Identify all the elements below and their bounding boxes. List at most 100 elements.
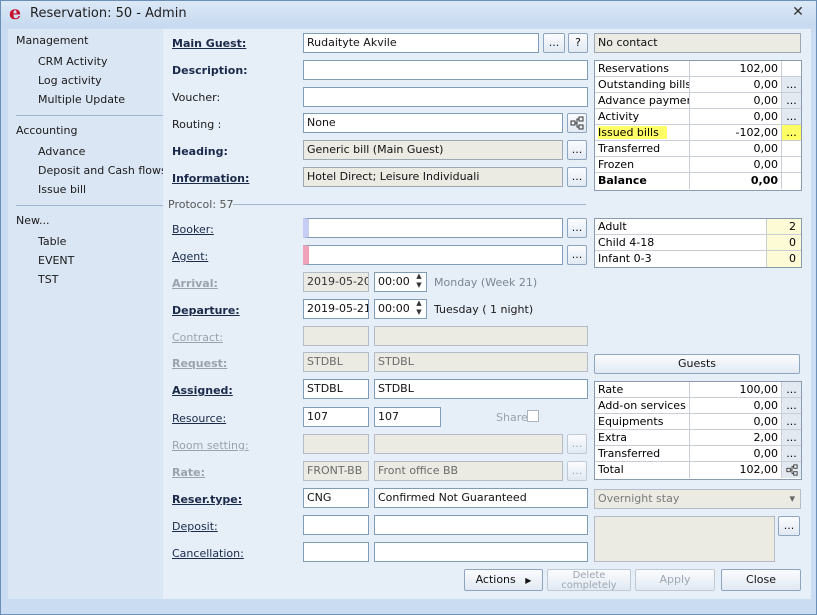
room-setting-label: Room setting: [172,439,249,452]
advance-payments-button[interactable]: ... [782,93,801,109]
heading-field[interactable]: Generic bill (Main Guest) [303,140,563,160]
reser-type-label[interactable]: Reser.type: [172,493,242,506]
cancellation-label[interactable]: Cancellation: [172,547,244,560]
booker-browse-button[interactable]: ... [567,218,587,238]
departure-label[interactable]: Departure: [172,304,240,317]
balance-row-label: Frozen [595,157,690,173]
sidebar-divider [16,115,163,116]
resource-field[interactable]: 107 [374,407,441,427]
information-field[interactable]: Hotel Direct; Leisure Individuali [303,167,563,187]
deposit-field[interactable] [374,515,588,535]
pax-adult-value[interactable]: 2 [767,219,801,235]
balance-row-value: 0,00 [690,141,782,157]
cancellation-code-field[interactable] [303,542,369,562]
reser-type-field[interactable]: Confirmed Not Guaranteed [374,488,588,508]
information-browse-button[interactable]: ... [567,167,587,187]
balance-row-value: 0,00 [690,157,782,173]
share-checkbox[interactable] [527,410,539,422]
close-window-button[interactable]: ✕ [789,5,807,21]
heading-browse-button[interactable]: ... [567,140,587,160]
balance-row-label: Outstanding bills [595,77,690,93]
sidebar-heading-new[interactable]: New... [16,214,49,227]
rates-row: Transferred 0,00 ... [595,446,801,462]
delete-completely-button[interactable]: Delete completely [547,569,631,591]
description-label: Description: [172,64,248,77]
arrival-date-field[interactable]: 2019-05-20 [303,272,369,292]
balance-row-label: Activity [595,109,690,125]
balance-row-value: 0,00 [690,109,782,125]
rates-row-label: Add-on services [595,398,690,414]
routing-field[interactable]: None [303,113,563,133]
spinner-arrows-icon[interactable]: ▲ ▼ [414,299,424,319]
protocol-label: Protocol: 57 [168,198,234,211]
rates-row-label: Extra [595,430,690,446]
booker-label[interactable]: Booker: [172,223,214,236]
main-guest-browse-button[interactable]: ... [543,33,565,53]
assigned-field[interactable]: STDBL [374,379,588,399]
stay-type-select[interactable]: Overnight stay ▾ [594,489,801,509]
spinner-arrows-icon[interactable]: ▲ ▼ [414,272,424,292]
voucher-field[interactable] [303,87,588,107]
pax-child-value[interactable]: 0 [767,235,801,251]
agent-label[interactable]: Agent: [172,250,208,263]
sidebar-item-log-activity[interactable]: Log activity [38,74,102,87]
sidebar-heading-management[interactable]: Management [16,34,88,47]
apply-button[interactable]: Apply [635,569,715,591]
information-label[interactable]: Information: [172,172,249,185]
sidebar-item-crm-activity[interactable]: CRM Activity [38,55,107,68]
sidebar-item-advance[interactable]: Advance [38,145,85,158]
resource-label[interactable]: Resource: [172,412,226,425]
routing-tree-button[interactable] [567,113,587,133]
voucher-label: Voucher: [172,91,221,104]
booker-field[interactable] [303,218,563,238]
actions-button[interactable]: Actions ▶ [464,569,543,591]
rate-browse-button[interactable]: ... [567,461,587,481]
issued-bills-button[interactable]: ... [782,125,801,141]
balance-row-value: -102,00 [690,125,782,141]
main-guest-field[interactable]: Rudaityte Akvile [303,33,539,53]
close-button[interactable]: Close [721,569,801,591]
assigned-label[interactable]: Assigned: [172,384,233,397]
cancellation-field[interactable] [374,542,588,562]
balance-row: Outstanding bills 0,00 ... [595,77,801,93]
room-setting-browse-button[interactable]: ... [567,434,587,454]
sidebar-item-tst[interactable]: TST [38,273,58,286]
deposit-label[interactable]: Deposit: [172,520,218,533]
main-guest-label[interactable]: Main Guest: [172,37,246,50]
balance-row-total: Balance 0,00 [595,173,801,189]
contact-field[interactable]: No contact [594,33,801,53]
departure-date-field[interactable]: 2019-05-21 [303,299,369,319]
deposit-code-field[interactable] [303,515,369,535]
notes-field[interactable] [594,516,775,562]
agent-browse-button[interactable]: ... [567,245,587,265]
rates-table: Rate 100,00 ... Add-on services 0,00 ...… [594,381,802,480]
rates-row: Add-on services 0,00 ... [595,398,801,414]
transferred-button[interactable]: ... [782,446,801,462]
extra-button[interactable]: ... [782,430,801,446]
description-field[interactable] [303,60,588,80]
resource-code-field[interactable]: 107 [303,407,369,427]
sidebar-item-table[interactable]: Table [38,235,66,248]
total-tree-button[interactable] [782,462,801,478]
main-guest-help-button[interactable]: ? [568,33,588,53]
sidebar-item-deposit-cash-flows[interactable]: Deposit and Cash flows [38,164,167,177]
notes-browse-button[interactable]: ... [778,516,800,536]
guests-button[interactable]: Guests [594,354,800,374]
activity-button[interactable]: ... [782,109,801,125]
reser-type-code-field[interactable]: CNG [303,488,369,508]
outstanding-bills-button[interactable]: ... [782,77,801,93]
balance-row-label: Issued bills [595,125,690,141]
rates-row-value: 100,00 [690,382,782,398]
equipments-button[interactable]: ... [782,414,801,430]
sidebar-item-multiple-update[interactable]: Multiple Update [38,93,125,106]
sidebar-item-event[interactable]: EVENT [38,254,74,267]
sidebar-heading-accounting[interactable]: Accounting [16,124,77,137]
balance-table: Reservations 102,00 Outstanding bills 0,… [594,60,802,191]
agent-field[interactable] [303,245,563,265]
sidebar-item-issue-bill[interactable]: Issue bill [38,183,86,196]
addon-services-button[interactable]: ... [782,398,801,414]
pax-infant-value[interactable]: 0 [767,251,801,267]
assigned-code-field[interactable]: STDBL [303,379,369,399]
rate-detail-button[interactable]: ... [782,382,801,398]
stay-type-value: Overnight stay [598,492,680,505]
